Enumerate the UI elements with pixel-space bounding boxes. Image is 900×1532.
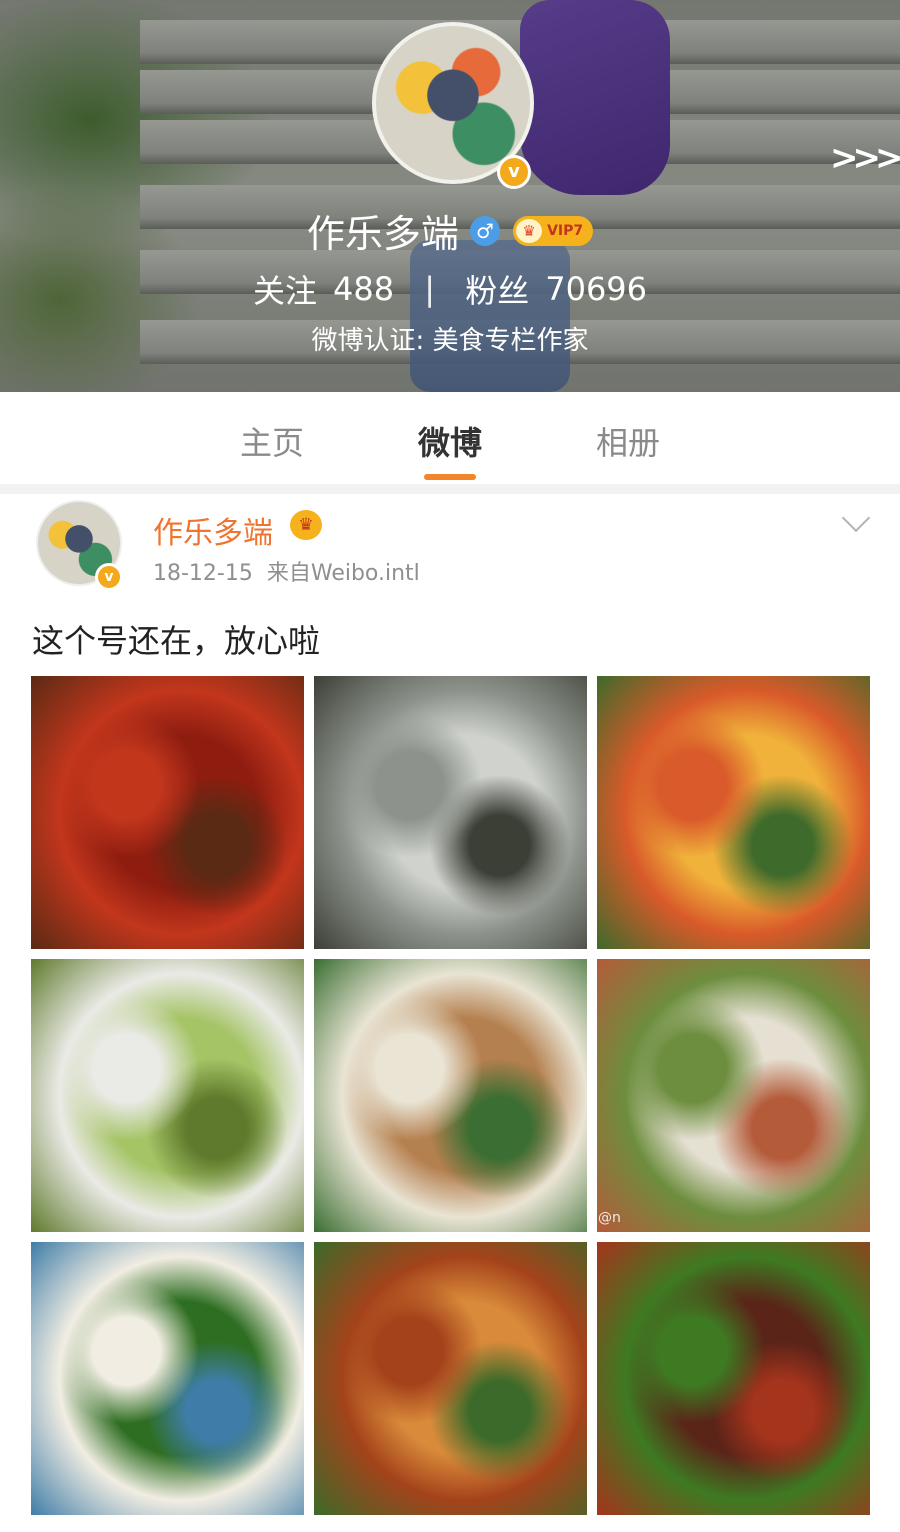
vip-crown-icon: ♛ — [516, 218, 543, 243]
post-date: 18-12-15 — [153, 561, 253, 586]
follow-stat[interactable]: 关注 488 — [253, 268, 404, 310]
post-source: 来自Weibo.intl — [266, 561, 420, 586]
profile-name-row: 作乐多端 ♂ ♛ VIP7 — [0, 203, 900, 258]
spicy-chicken-photo[interactable] — [31, 676, 304, 949]
post-text: 这个号还在，放心啦 — [32, 622, 321, 660]
profile-tabs: 主页 微博 相册 — [0, 392, 900, 484]
profile-name: 作乐多端 — [306, 212, 459, 256]
post-meta: 18-12-15 来自Weibo.intl — [153, 555, 420, 587]
stats-separator: | — [424, 270, 436, 308]
tab-album[interactable]: 相册 — [596, 418, 660, 464]
fried-tofu-photo[interactable] — [314, 1242, 587, 1515]
profile-stats: 关注 488 | 粉丝 70696 — [0, 266, 900, 312]
vip-badge[interactable]: ♛ VIP7 — [513, 215, 594, 246]
crown-icon: ♛ — [290, 510, 322, 540]
photo-watermark: @n — [598, 1210, 621, 1226]
chevron-down-icon[interactable] — [841, 503, 871, 533]
male-icon: ♂ — [469, 215, 500, 246]
verified-icon: v — [95, 563, 123, 591]
radish-soup-photo[interactable] — [314, 959, 587, 1232]
follow-count: 488 — [333, 270, 395, 308]
post-author-name[interactable]: 作乐多端 — [153, 508, 273, 552]
verified-icon: v — [497, 155, 531, 189]
egg-stirfry-photo[interactable] — [597, 676, 870, 949]
fans-stat[interactable]: 粉丝 70696 — [465, 268, 648, 310]
next-arrows-icon[interactable]: >>> — [830, 138, 900, 178]
fans-count: 70696 — [545, 270, 648, 308]
active-tab-indicator — [424, 474, 476, 480]
tab-home[interactable]: 主页 — [240, 418, 304, 464]
fans-label: 粉丝 — [465, 272, 530, 310]
beef-celery-photo[interactable] — [597, 1242, 870, 1515]
vip-label: VIP7 — [547, 222, 584, 239]
mushroom-soup-photo[interactable] — [314, 676, 587, 949]
verification-text: 微博认证: 美食专栏作家 — [311, 326, 589, 356]
section-divider — [0, 484, 900, 494]
follow-label: 关注 — [252, 272, 317, 310]
broccoli-squid-photo[interactable] — [31, 1242, 304, 1515]
tofu-fish-soup-photo[interactable] — [597, 959, 870, 1232]
lettuce-photo[interactable] — [31, 959, 304, 1232]
tab-weibo[interactable]: 微博 — [418, 418, 482, 464]
